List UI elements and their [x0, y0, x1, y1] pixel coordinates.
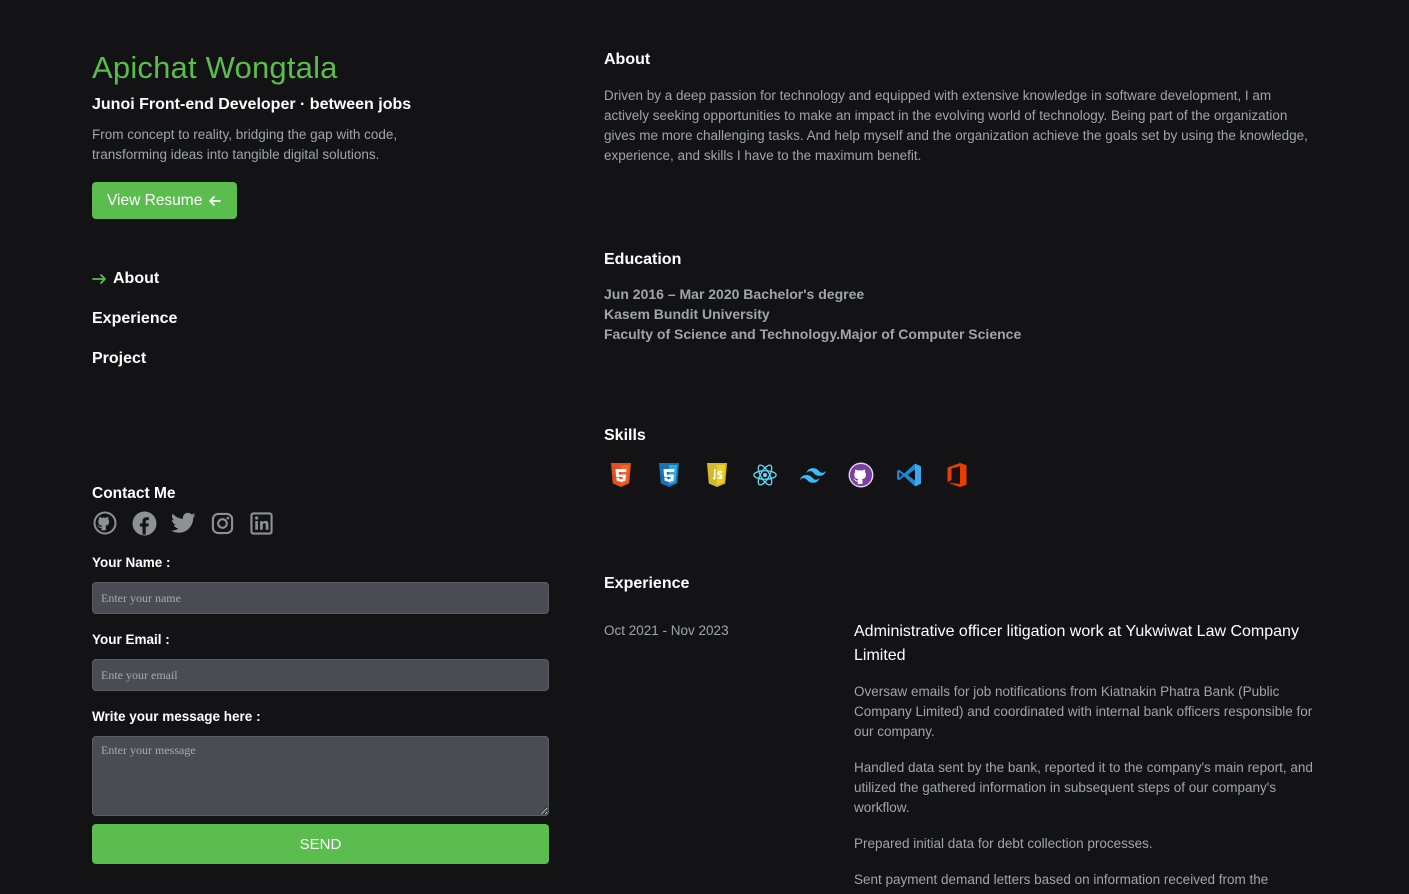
experience-item: Administrative officer litigation work a…: [854, 620, 1316, 890]
education-faculty: Faculty of Science and Technology.Major …: [604, 326, 1022, 342]
experience-point: Handled data sent by the bank, reported …: [854, 760, 1313, 815]
social-links: [92, 510, 274, 536]
experience-title: Experience: [604, 575, 690, 592]
twitter-icon[interactable]: [170, 510, 196, 536]
message-textarea[interactable]: [92, 736, 549, 816]
profile-tagline: From concept to reality, bridging the ga…: [92, 127, 398, 162]
email-field-label: Your Email :: [92, 632, 170, 647]
profile-name: Apichat Wongtala: [92, 50, 338, 85]
about-text: Driven by a deep passion for technology …: [604, 88, 1308, 163]
css3-icon: [656, 462, 682, 488]
tailwind-icon: [800, 462, 826, 488]
name-input[interactable]: [92, 582, 549, 614]
nav-item-label: Project: [92, 350, 147, 367]
github-icon[interactable]: [92, 510, 118, 536]
javascript-icon: [704, 462, 730, 488]
linkedin-icon[interactable]: [248, 510, 274, 536]
portfolio-page: Apichat Wongtala Junoi Front-end Develop…: [0, 0, 1409, 894]
contact-form: Your Name : Your Email : Write your mess…: [92, 555, 549, 864]
view-resume-button[interactable]: View Resume: [92, 182, 238, 219]
instagram-icon[interactable]: [209, 510, 235, 536]
experience-date: Oct 2021 - Nov 2023: [604, 623, 729, 638]
name-field-label: Your Name :: [92, 555, 171, 570]
office-icon: [944, 462, 970, 488]
facebook-icon[interactable]: [131, 510, 157, 536]
experience-role: Administrative officer litigation work a…: [854, 623, 1299, 664]
skills-title: Skills: [604, 427, 646, 444]
experience-point: Sent payment demand letters based on inf…: [854, 872, 1269, 887]
contact-title: Contact Me: [92, 485, 176, 502]
skills-icons: [608, 462, 970, 488]
education-school: Kasem Bundit University: [604, 306, 770, 322]
nav-item-experience[interactable]: Experience: [92, 309, 549, 329]
education-period-degree: Jun 2016 – Mar 2020 Bachelor's degree: [604, 286, 865, 302]
education-details: Jun 2016 – Mar 2020 Bachelor's degree Ka…: [604, 284, 1021, 344]
about-title: About: [604, 51, 651, 68]
experience-point: Oversaw emails for job notifications fro…: [854, 684, 1313, 739]
nav-item-project[interactable]: Project: [92, 349, 549, 369]
profile-role: Junoi Front-end Developer · between jobs: [92, 96, 412, 113]
content-column: About Driven by a deep passion for techn…: [604, 48, 1316, 887]
profile-column: Apichat Wongtala Junoi Front-end Develop…: [92, 48, 549, 389]
education-title: Education: [604, 251, 682, 268]
send-button[interactable]: SEND: [92, 824, 549, 864]
github-icon: [848, 462, 874, 488]
section-nav: About Experience Project: [92, 269, 549, 369]
vscode-icon: [896, 462, 922, 488]
html5-icon: [608, 462, 634, 488]
arrow-right-icon: [92, 272, 107, 286]
message-field-label: Write your message here :: [92, 709, 261, 724]
email-input[interactable]: [92, 659, 549, 691]
react-icon: [752, 462, 778, 488]
arrow-left-icon: [208, 194, 222, 208]
nav-item-label: About: [113, 270, 160, 287]
nav-item-about[interactable]: About: [92, 269, 549, 289]
nav-item-label: Experience: [92, 310, 178, 327]
experience-point: Prepared initial data for debt collectio…: [854, 836, 1153, 851]
view-resume-label: View Resume: [107, 191, 203, 209]
